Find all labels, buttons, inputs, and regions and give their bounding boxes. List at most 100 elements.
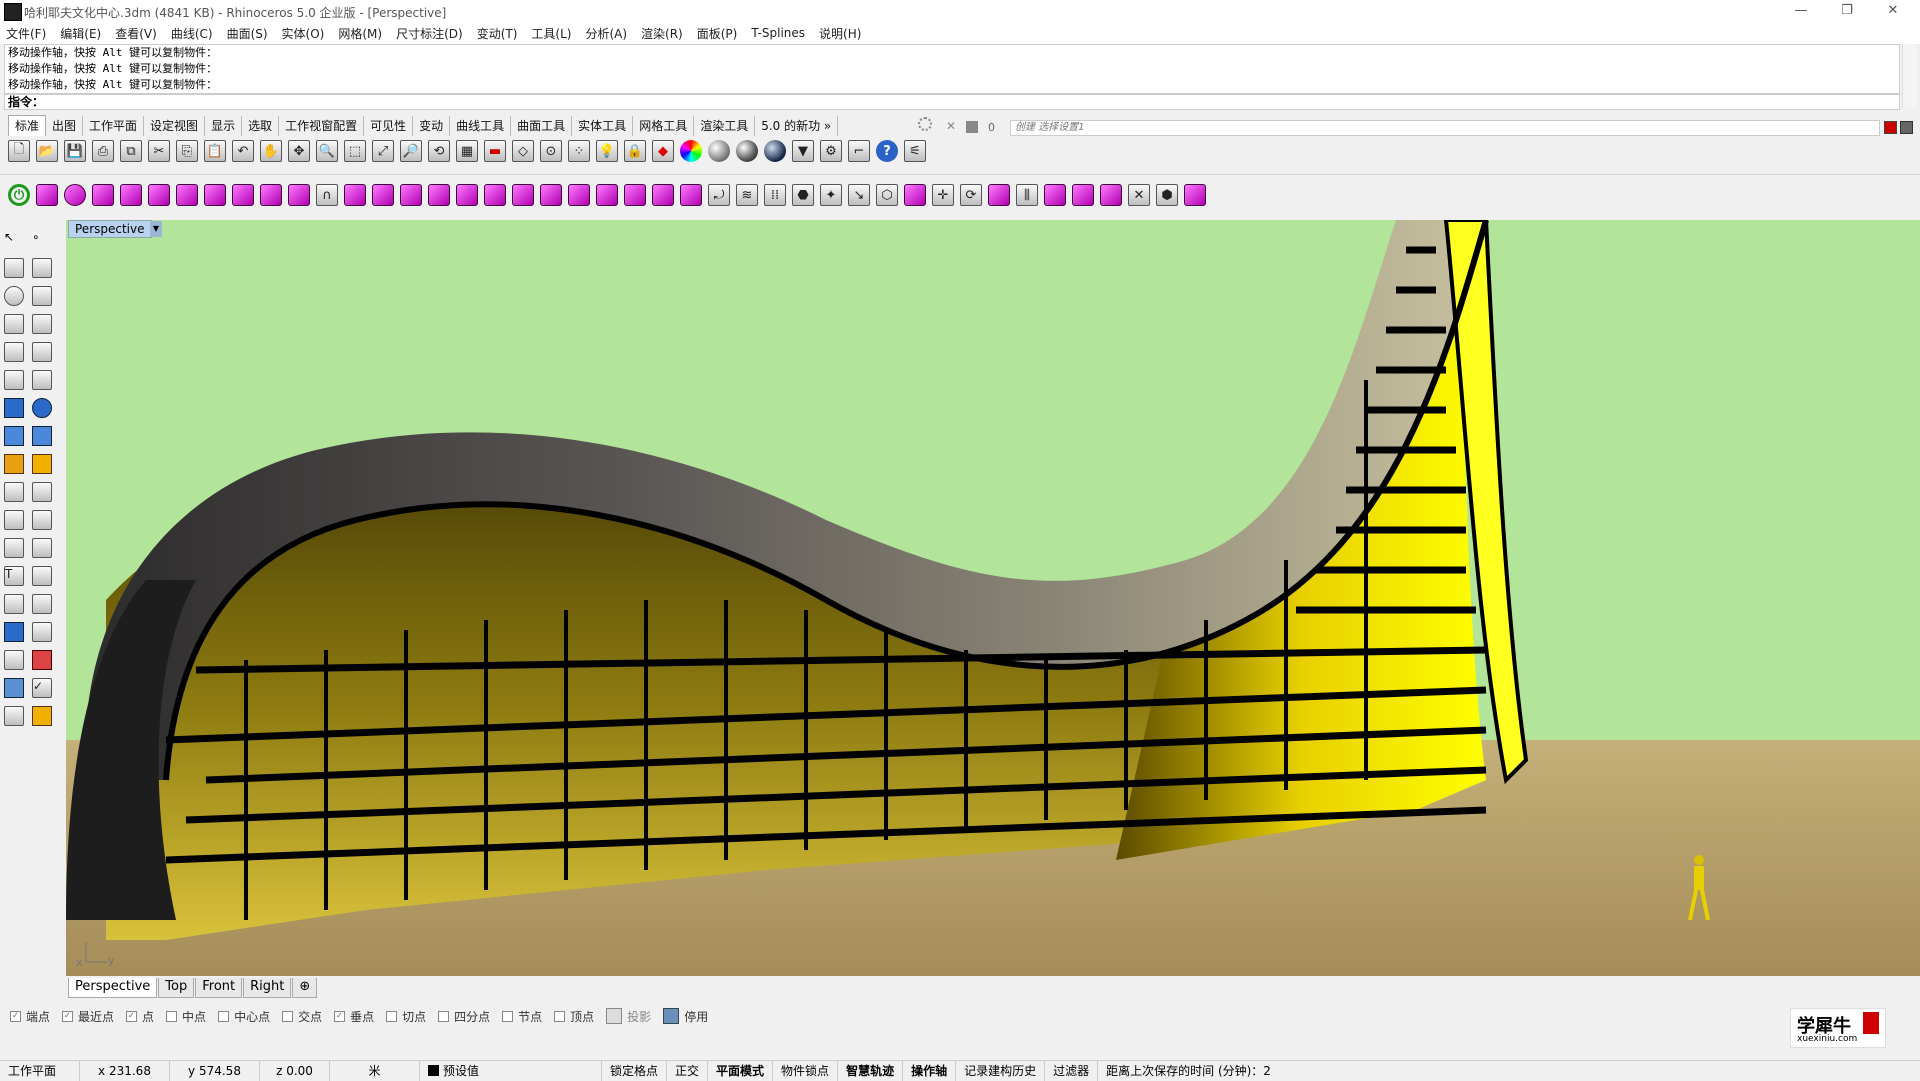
polyline-icon[interactable] xyxy=(4,258,24,278)
light-bulb-icon[interactable]: 💡 xyxy=(596,140,618,162)
select-arrow-icon[interactable]: ↖ xyxy=(4,230,24,250)
menu-curve[interactable]: 曲线(C) xyxy=(171,25,213,42)
paste-icon[interactable]: 📋 xyxy=(204,140,226,162)
rendered-sphere-icon[interactable] xyxy=(736,140,758,162)
menu-file[interactable]: 文件(F) xyxy=(6,25,46,42)
tab-mesh-tools[interactable]: 网格工具 xyxy=(633,116,695,136)
circle-icon[interactable] xyxy=(4,286,24,306)
perspective-viewport[interactable]: x y xyxy=(66,220,1920,976)
status-smarttrack[interactable]: 智慧轨迹 xyxy=(838,1061,904,1081)
ts-box-mode-icon[interactable] xyxy=(1100,184,1122,206)
toolbar-layout-icon[interactable]: ⚟ xyxy=(904,140,926,162)
osnap-point[interactable]: ✓ 点 xyxy=(126,1008,154,1025)
edit-points-icon[interactable] xyxy=(32,594,52,614)
viewport-menu-dropdown-icon[interactable]: ▼ xyxy=(150,221,162,237)
ts-bridge-icon[interactable] xyxy=(456,184,478,206)
ts-insert-edge-icon[interactable] xyxy=(568,184,590,206)
ts-move-icon[interactable]: ✛ xyxy=(932,184,954,206)
tab-solid-tools[interactable]: 实体工具 xyxy=(572,116,634,136)
ts-uncrease-icon[interactable] xyxy=(428,184,450,206)
menu-solid[interactable]: 实体(O) xyxy=(282,25,325,42)
ts-weld-icon[interactable] xyxy=(512,184,534,206)
zoom-window-icon[interactable]: ⬚ xyxy=(344,140,366,162)
ts-settings-icon[interactable] xyxy=(1184,184,1206,206)
menu-analyze[interactable]: 分析(A) xyxy=(585,25,627,42)
ts-quadball-icon[interactable] xyxy=(148,184,170,206)
tab-surface-tools[interactable]: 曲面工具 xyxy=(511,116,573,136)
menu-dimension[interactable]: 尺寸标注(D) xyxy=(396,25,463,42)
ts-append-icon[interactable] xyxy=(372,184,394,206)
close-button[interactable]: ✕ xyxy=(1870,0,1916,22)
ts-delete-icon[interactable] xyxy=(624,184,646,206)
osnap-center[interactable]: 中心点 xyxy=(218,1008,270,1025)
ts-rotate-icon[interactable]: ⟳ xyxy=(960,184,982,206)
dimension-aligned-icon[interactable] xyxy=(32,482,52,502)
mesh-icon[interactable] xyxy=(4,426,24,446)
ts-face-icon[interactable] xyxy=(344,184,366,206)
ts-arch-icon[interactable]: ∩ xyxy=(316,184,338,206)
extrude-curve-icon[interactable] xyxy=(32,370,52,390)
array-icon[interactable] xyxy=(4,650,24,670)
tab-settings-gear-icon[interactable] xyxy=(918,117,932,131)
ts-cylinder-icon[interactable] xyxy=(120,184,142,206)
zoom-extents-icon[interactable]: ⤢ xyxy=(372,140,394,162)
osnap-int[interactable]: 交点 xyxy=(282,1008,322,1025)
light-icon[interactable] xyxy=(4,454,24,474)
solid-box-icon[interactable] xyxy=(4,398,24,418)
ts-convert-icon[interactable] xyxy=(1044,184,1066,206)
array-polar-icon[interactable] xyxy=(32,650,52,670)
osnap-vertex[interactable]: 顶点 xyxy=(554,1008,594,1025)
select-points-icon[interactable]: ⁘ xyxy=(568,140,590,162)
render-light-icon[interactable] xyxy=(32,454,52,474)
tsplines-power-icon[interactable]: ⏻ xyxy=(8,184,30,206)
ts-pipe-icon[interactable] xyxy=(176,184,198,206)
tab-transform[interactable]: 变动 xyxy=(413,116,451,136)
undo-icon[interactable]: ↶ xyxy=(232,140,254,162)
status-history[interactable]: 记录建构历史 xyxy=(956,1061,1046,1081)
car-icon[interactable]: ▬ xyxy=(484,140,506,162)
dimension-icon[interactable]: ⌐ xyxy=(848,140,870,162)
menu-surface[interactable]: 曲面(S) xyxy=(227,25,268,42)
explode-icon[interactable] xyxy=(32,566,52,586)
render-settings-icon[interactable] xyxy=(32,706,52,726)
object-properties-icon[interactable] xyxy=(4,706,24,726)
status-ortho[interactable]: 正交 xyxy=(667,1061,709,1081)
tab-top[interactable]: Top xyxy=(158,978,195,998)
new-file-icon[interactable]: 🗋 xyxy=(8,140,30,162)
osnap-mid[interactable]: 中点 xyxy=(166,1008,206,1025)
ellipse-icon[interactable] xyxy=(32,286,52,306)
ts-match-icon[interactable]: ⬣ xyxy=(792,184,814,206)
help-icon[interactable]: ? xyxy=(876,140,898,162)
menu-mesh[interactable]: 网格(M) xyxy=(338,25,382,42)
render-sphere-icon[interactable] xyxy=(764,140,786,162)
text-icon[interactable]: T xyxy=(4,566,24,586)
ts-rebuild-icon[interactable]: ⤾ xyxy=(708,184,730,206)
copy-icon[interactable]: ⎘ xyxy=(176,140,198,162)
ts-grid-icon[interactable]: ⁞⁞ xyxy=(764,184,786,206)
command-history-scrollbar[interactable] xyxy=(1902,44,1917,108)
group-icon[interactable] xyxy=(4,594,24,614)
ts-manipulator-icon[interactable]: ⬡ xyxy=(876,184,898,206)
ts-symmetry-icon[interactable] xyxy=(652,184,674,206)
boolean-union-icon[interactable] xyxy=(32,398,52,418)
osnap-disable[interactable]: 停用 xyxy=(663,1008,708,1025)
ts-edge-icon[interactable]: ⫼ xyxy=(1016,184,1038,206)
zoom-selected-icon[interactable]: 🔎 xyxy=(400,140,422,162)
block-icon[interactable] xyxy=(4,622,24,642)
tab-select[interactable]: 选取 xyxy=(242,116,280,136)
menu-render[interactable]: 渲染(R) xyxy=(641,25,683,42)
array-linear-icon[interactable] xyxy=(32,622,52,642)
fillet-curve-icon[interactable] xyxy=(32,342,52,362)
osnap-knot[interactable]: 节点 xyxy=(502,1008,542,1025)
status-layer[interactable]: 预设值 xyxy=(420,1061,602,1081)
record-icon[interactable] xyxy=(1884,121,1897,134)
viewport-layout-icon[interactable]: ▦ xyxy=(456,140,478,162)
export-icon[interactable]: ⧉ xyxy=(120,140,142,162)
ts-thicken-icon[interactable] xyxy=(904,184,926,206)
ts-torus-icon[interactable] xyxy=(92,184,114,206)
open-file-icon[interactable]: 📂 xyxy=(36,140,58,162)
ts-solid-icon[interactable]: ⬢ xyxy=(1156,184,1178,206)
tab-cplanes[interactable]: 工作平面 xyxy=(83,116,145,136)
tab-render-tools[interactable]: 渲染工具 xyxy=(694,116,756,136)
surface-corner-icon[interactable] xyxy=(4,370,24,390)
